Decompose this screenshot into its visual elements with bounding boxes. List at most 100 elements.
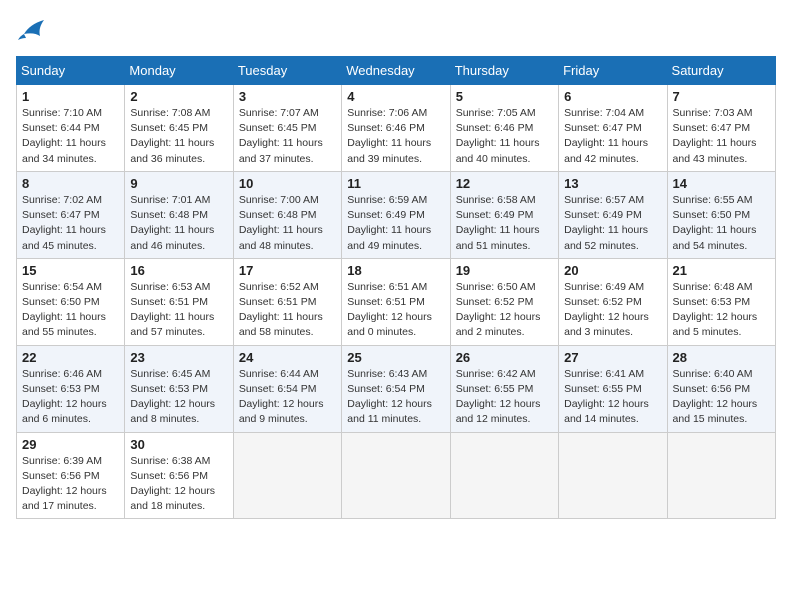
- day-cell: 22 Sunrise: 6:46 AMSunset: 6:53 PMDaylig…: [17, 345, 125, 432]
- weekday-header: Friday: [559, 57, 667, 85]
- day-number: 8: [22, 176, 119, 191]
- day-number: 11: [347, 176, 444, 191]
- day-cell: 23 Sunrise: 6:45 AMSunset: 6:53 PMDaylig…: [125, 345, 233, 432]
- day-number: 30: [130, 437, 227, 452]
- day-number: 19: [456, 263, 553, 278]
- day-info: Sunrise: 6:38 AMSunset: 6:56 PMDaylight:…: [130, 454, 227, 515]
- day-cell: 11 Sunrise: 6:59 AMSunset: 6:49 PMDaylig…: [342, 171, 450, 258]
- day-number: 25: [347, 350, 444, 365]
- empty-day-cell: [450, 432, 558, 519]
- day-info: Sunrise: 6:48 AMSunset: 6:53 PMDaylight:…: [673, 280, 770, 341]
- day-cell: 26 Sunrise: 6:42 AMSunset: 6:55 PMDaylig…: [450, 345, 558, 432]
- day-number: 24: [239, 350, 336, 365]
- day-info: Sunrise: 6:58 AMSunset: 6:49 PMDaylight:…: [456, 193, 553, 254]
- day-number: 27: [564, 350, 661, 365]
- day-cell: 30 Sunrise: 6:38 AMSunset: 6:56 PMDaylig…: [125, 432, 233, 519]
- day-info: Sunrise: 6:50 AMSunset: 6:52 PMDaylight:…: [456, 280, 553, 341]
- day-cell: 17 Sunrise: 6:52 AMSunset: 6:51 PMDaylig…: [233, 258, 341, 345]
- day-cell: 14 Sunrise: 6:55 AMSunset: 6:50 PMDaylig…: [667, 171, 775, 258]
- day-number: 23: [130, 350, 227, 365]
- day-cell: 5 Sunrise: 7:05 AMSunset: 6:46 PMDayligh…: [450, 85, 558, 172]
- day-number: 21: [673, 263, 770, 278]
- page-header: [16, 16, 776, 44]
- day-info: Sunrise: 6:53 AMSunset: 6:51 PMDaylight:…: [130, 280, 227, 341]
- day-info: Sunrise: 6:54 AMSunset: 6:50 PMDaylight:…: [22, 280, 119, 341]
- day-cell: 16 Sunrise: 6:53 AMSunset: 6:51 PMDaylig…: [125, 258, 233, 345]
- empty-day-cell: [559, 432, 667, 519]
- day-cell: 24 Sunrise: 6:44 AMSunset: 6:54 PMDaylig…: [233, 345, 341, 432]
- day-info: Sunrise: 6:45 AMSunset: 6:53 PMDaylight:…: [130, 367, 227, 428]
- day-info: Sunrise: 7:10 AMSunset: 6:44 PMDaylight:…: [22, 106, 119, 167]
- day-info: Sunrise: 6:59 AMSunset: 6:49 PMDaylight:…: [347, 193, 444, 254]
- day-number: 26: [456, 350, 553, 365]
- day-number: 16: [130, 263, 227, 278]
- day-cell: 12 Sunrise: 6:58 AMSunset: 6:49 PMDaylig…: [450, 171, 558, 258]
- day-info: Sunrise: 6:46 AMSunset: 6:53 PMDaylight:…: [22, 367, 119, 428]
- day-cell: 6 Sunrise: 7:04 AMSunset: 6:47 PMDayligh…: [559, 85, 667, 172]
- day-number: 12: [456, 176, 553, 191]
- day-number: 3: [239, 89, 336, 104]
- calendar-week-row: 1 Sunrise: 7:10 AMSunset: 6:44 PMDayligh…: [17, 85, 776, 172]
- logo: [16, 16, 52, 44]
- day-number: 13: [564, 176, 661, 191]
- day-number: 14: [673, 176, 770, 191]
- day-cell: 18 Sunrise: 6:51 AMSunset: 6:51 PMDaylig…: [342, 258, 450, 345]
- calendar-week-row: 8 Sunrise: 7:02 AMSunset: 6:47 PMDayligh…: [17, 171, 776, 258]
- day-info: Sunrise: 6:41 AMSunset: 6:55 PMDaylight:…: [564, 367, 661, 428]
- day-info: Sunrise: 7:05 AMSunset: 6:46 PMDaylight:…: [456, 106, 553, 167]
- day-number: 9: [130, 176, 227, 191]
- day-number: 6: [564, 89, 661, 104]
- day-info: Sunrise: 7:00 AMSunset: 6:48 PMDaylight:…: [239, 193, 336, 254]
- empty-day-cell: [233, 432, 341, 519]
- day-cell: 15 Sunrise: 6:54 AMSunset: 6:50 PMDaylig…: [17, 258, 125, 345]
- logo-bird-icon: [16, 16, 48, 44]
- day-info: Sunrise: 7:02 AMSunset: 6:47 PMDaylight:…: [22, 193, 119, 254]
- day-number: 28: [673, 350, 770, 365]
- day-cell: 13 Sunrise: 6:57 AMSunset: 6:49 PMDaylig…: [559, 171, 667, 258]
- day-number: 22: [22, 350, 119, 365]
- day-info: Sunrise: 6:44 AMSunset: 6:54 PMDaylight:…: [239, 367, 336, 428]
- day-info: Sunrise: 6:49 AMSunset: 6:52 PMDaylight:…: [564, 280, 661, 341]
- day-info: Sunrise: 6:55 AMSunset: 6:50 PMDaylight:…: [673, 193, 770, 254]
- day-info: Sunrise: 6:51 AMSunset: 6:51 PMDaylight:…: [347, 280, 444, 341]
- day-cell: 28 Sunrise: 6:40 AMSunset: 6:56 PMDaylig…: [667, 345, 775, 432]
- day-info: Sunrise: 6:52 AMSunset: 6:51 PMDaylight:…: [239, 280, 336, 341]
- day-number: 15: [22, 263, 119, 278]
- day-info: Sunrise: 7:07 AMSunset: 6:45 PMDaylight:…: [239, 106, 336, 167]
- day-cell: 27 Sunrise: 6:41 AMSunset: 6:55 PMDaylig…: [559, 345, 667, 432]
- day-number: 20: [564, 263, 661, 278]
- day-cell: 10 Sunrise: 7:00 AMSunset: 6:48 PMDaylig…: [233, 171, 341, 258]
- empty-day-cell: [667, 432, 775, 519]
- weekday-header: Thursday: [450, 57, 558, 85]
- day-cell: 8 Sunrise: 7:02 AMSunset: 6:47 PMDayligh…: [17, 171, 125, 258]
- day-cell: 3 Sunrise: 7:07 AMSunset: 6:45 PMDayligh…: [233, 85, 341, 172]
- calendar-week-row: 29 Sunrise: 6:39 AMSunset: 6:56 PMDaylig…: [17, 432, 776, 519]
- weekday-header-row: SundayMondayTuesdayWednesdayThursdayFrid…: [17, 57, 776, 85]
- calendar-week-row: 15 Sunrise: 6:54 AMSunset: 6:50 PMDaylig…: [17, 258, 776, 345]
- day-info: Sunrise: 6:40 AMSunset: 6:56 PMDaylight:…: [673, 367, 770, 428]
- day-info: Sunrise: 7:03 AMSunset: 6:47 PMDaylight:…: [673, 106, 770, 167]
- empty-day-cell: [342, 432, 450, 519]
- weekday-header: Tuesday: [233, 57, 341, 85]
- day-number: 1: [22, 89, 119, 104]
- day-number: 18: [347, 263, 444, 278]
- day-info: Sunrise: 6:39 AMSunset: 6:56 PMDaylight:…: [22, 454, 119, 515]
- calendar-table: SundayMondayTuesdayWednesdayThursdayFrid…: [16, 56, 776, 519]
- day-cell: 25 Sunrise: 6:43 AMSunset: 6:54 PMDaylig…: [342, 345, 450, 432]
- day-cell: 29 Sunrise: 6:39 AMSunset: 6:56 PMDaylig…: [17, 432, 125, 519]
- day-info: Sunrise: 7:04 AMSunset: 6:47 PMDaylight:…: [564, 106, 661, 167]
- day-info: Sunrise: 6:43 AMSunset: 6:54 PMDaylight:…: [347, 367, 444, 428]
- day-cell: 2 Sunrise: 7:08 AMSunset: 6:45 PMDayligh…: [125, 85, 233, 172]
- day-info: Sunrise: 7:01 AMSunset: 6:48 PMDaylight:…: [130, 193, 227, 254]
- day-cell: 4 Sunrise: 7:06 AMSunset: 6:46 PMDayligh…: [342, 85, 450, 172]
- day-cell: 1 Sunrise: 7:10 AMSunset: 6:44 PMDayligh…: [17, 85, 125, 172]
- day-cell: 20 Sunrise: 6:49 AMSunset: 6:52 PMDaylig…: [559, 258, 667, 345]
- day-number: 17: [239, 263, 336, 278]
- weekday-header: Saturday: [667, 57, 775, 85]
- day-cell: 7 Sunrise: 7:03 AMSunset: 6:47 PMDayligh…: [667, 85, 775, 172]
- weekday-header: Wednesday: [342, 57, 450, 85]
- day-cell: 21 Sunrise: 6:48 AMSunset: 6:53 PMDaylig…: [667, 258, 775, 345]
- day-info: Sunrise: 6:42 AMSunset: 6:55 PMDaylight:…: [456, 367, 553, 428]
- day-info: Sunrise: 7:08 AMSunset: 6:45 PMDaylight:…: [130, 106, 227, 167]
- day-info: Sunrise: 7:06 AMSunset: 6:46 PMDaylight:…: [347, 106, 444, 167]
